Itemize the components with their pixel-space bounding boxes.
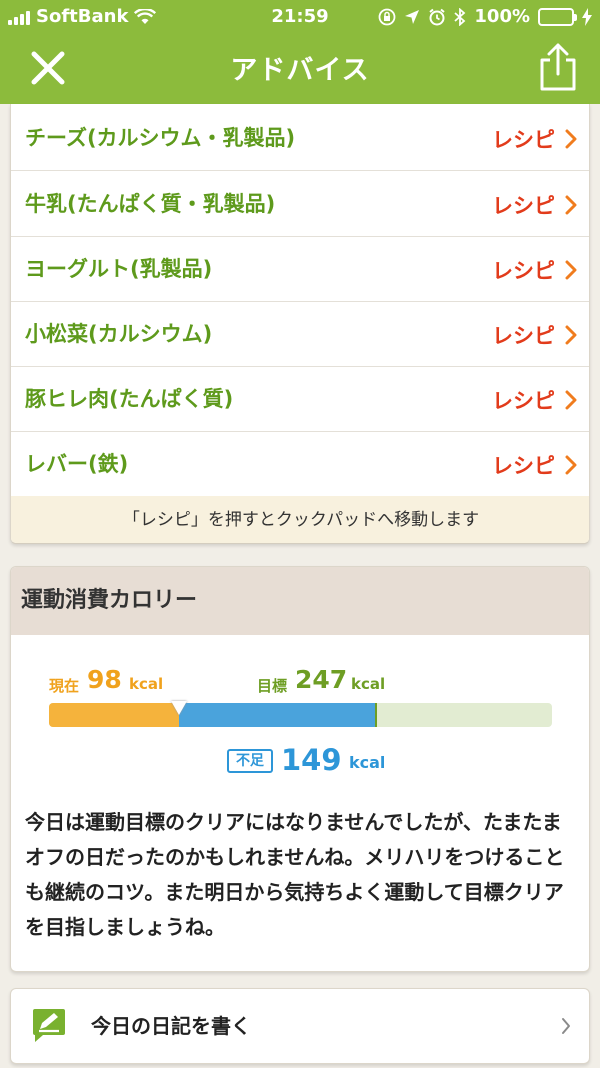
exercise-calories-card: 運動消費カロリー 現在 98 kcal 目標 247 kcal 不足 149 k… <box>10 566 590 972</box>
food-name: 小松菜(カルシウム) <box>25 322 213 346</box>
chevron-right-icon <box>565 260 577 279</box>
food-name: チーズ(カルシウム・乳製品) <box>25 126 296 150</box>
share-icon[interactable] <box>536 42 580 92</box>
pen-icon <box>33 1009 65 1042</box>
calorie-progress-bar <box>49 701 552 727</box>
recipe-link-label: レシピ <box>492 323 555 348</box>
recipe-link-label: レシピ <box>492 453 555 478</box>
current-segment <box>49 703 179 727</box>
chevron-right-icon <box>565 195 577 214</box>
status-bar: SoftBank 21:59 100% <box>0 0 600 34</box>
food-name: 牛乳(たんぱく質・乳製品) <box>25 192 276 216</box>
recipe-row[interactable]: 豚ヒレ肉(たんぱく質) レシピ <box>11 367 589 432</box>
recipe-link[interactable]: レシピ <box>492 172 577 237</box>
goal-marker <box>375 703 377 727</box>
current-value: 98 <box>87 665 122 694</box>
charging-icon <box>582 7 592 26</box>
recipe-link[interactable]: レシピ <box>492 237 577 302</box>
recipe-link-label: レシピ <box>492 388 555 413</box>
recipe-link[interactable]: レシピ <box>492 302 577 367</box>
shortage-segment <box>179 703 376 727</box>
shortage-badge: 不足 <box>227 749 273 773</box>
recipe-link[interactable]: レシピ <box>492 367 577 432</box>
food-name: 豚ヒレ肉(たんぱく質) <box>25 387 234 411</box>
advice-text: 今日は運動目標のクリアにはなりませんでしたが、たまたまオフの日だったのかもしれま… <box>25 810 565 939</box>
chevron-right-icon <box>565 325 577 344</box>
alarm-icon <box>429 8 446 25</box>
rotation-lock-icon <box>378 8 396 25</box>
recipe-link-label: レシピ <box>492 258 555 283</box>
recipe-link[interactable]: レシピ <box>492 432 577 497</box>
battery-icon <box>538 7 577 26</box>
write-diary-button[interactable]: 今日の日記を書く <box>10 988 590 1064</box>
recipe-row[interactable]: 牛乳(たんぱく質・乳製品) レシピ <box>11 172 589 237</box>
current-label: 現在 <box>49 677 80 695</box>
recipe-link[interactable]: レシピ <box>492 106 577 171</box>
chevron-right-icon <box>565 455 577 474</box>
food-name: ヨーグルト(乳製品) <box>25 257 213 281</box>
recipe-row[interactable]: 小松菜(カルシウム) レシピ <box>11 302 589 367</box>
page-title: アドバイス <box>230 55 370 86</box>
shortage-value: 149 <box>281 743 342 777</box>
shortage-unit: kcal <box>349 753 386 772</box>
goal-label: 目標 <box>257 677 288 695</box>
chevron-right-icon <box>562 1018 570 1034</box>
write-diary-label: 今日の日記を書く <box>91 1014 251 1038</box>
recipe-link-label: レシピ <box>492 127 555 152</box>
food-name: レバー(鉄) <box>25 452 129 476</box>
recipe-row[interactable]: チーズ(カルシウム・乳製品) レシピ <box>11 106 589 171</box>
recipe-list-card: チーズ(カルシウム・乳製品) レシピ 牛乳(たんぱく質・乳製品) レシピ ヨーグ… <box>10 104 590 544</box>
recipe-row[interactable]: ヨーグルト(乳製品) レシピ <box>11 237 589 302</box>
current-unit: kcal <box>129 675 164 693</box>
chevron-right-icon <box>565 390 577 409</box>
location-icon <box>405 9 420 24</box>
section-title: 運動消費カロリー <box>11 567 589 635</box>
app-header: SoftBank 21:59 100% アドバイス <box>0 0 600 104</box>
recipe-note: 「レシピ」を押すとクックパッドへ移動します <box>11 496 589 543</box>
chevron-right-icon <box>565 129 577 148</box>
battery-percent: 100% <box>474 6 530 27</box>
goal-unit: kcal <box>351 675 386 693</box>
current-pointer-icon <box>171 701 187 715</box>
goal-value: 247 <box>295 665 348 694</box>
recipe-link-label: レシピ <box>492 193 555 218</box>
recipe-row[interactable]: レバー(鉄) レシピ <box>11 432 589 497</box>
bluetooth-icon <box>454 7 466 26</box>
